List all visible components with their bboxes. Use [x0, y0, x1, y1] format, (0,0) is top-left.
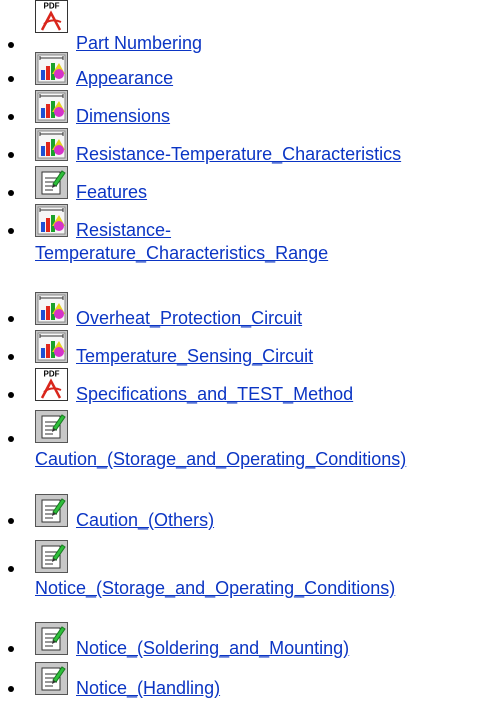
- bullet: [8, 354, 14, 360]
- list-item: Notice_(Storage_and_Operating_Conditions…: [0, 536, 493, 618]
- bullet: [8, 392, 14, 398]
- list-item: Notice_(Soldering_and_Mounting): [0, 622, 493, 660]
- list-item: Caution_(Others): [0, 494, 493, 534]
- doc-link-resistance-temperature-characteristics-range[interactable]: Resistance-: [76, 219, 171, 241]
- list-item: Dimensions: [0, 90, 493, 128]
- chart-icon[interactable]: [35, 52, 68, 85]
- chart-icon[interactable]: [35, 292, 68, 325]
- doc-link-notice-soldering-and-mounting[interactable]: Notice_(Soldering_and_Mounting): [76, 637, 349, 659]
- bullet: [8, 518, 14, 524]
- list-item: Specifications_and_TEST_Method: [0, 368, 493, 406]
- bullet: [8, 76, 14, 82]
- note-icon[interactable]: [35, 494, 68, 527]
- bullet: [8, 152, 14, 158]
- doc-link-features[interactable]: Features: [76, 181, 147, 203]
- bullet: [8, 228, 14, 234]
- list-item: Resistance- Temperature_Characteristics_…: [0, 204, 493, 288]
- note-icon[interactable]: [35, 166, 68, 199]
- doc-link-part-numbering[interactable]: Part Numbering: [76, 32, 202, 54]
- chart-icon[interactable]: [35, 90, 68, 123]
- doc-link-notice-handling[interactable]: Notice_(Handling): [76, 677, 220, 699]
- pdf-icon[interactable]: [35, 368, 68, 401]
- doc-link-resistance-temperature-characteristics[interactable]: Resistance-Temperature_Characteristics: [76, 143, 401, 165]
- doc-link-notice-storage-and-operating-conditions[interactable]: Notice_(Storage_and_Operating_Conditions…: [35, 577, 395, 599]
- bullet: [8, 686, 14, 692]
- list-item: Appearance: [0, 52, 493, 90]
- doc-link-specifications-and-test-method[interactable]: Specifications_and_TEST_Method: [76, 383, 353, 405]
- note-icon[interactable]: [35, 622, 68, 655]
- pdf-icon[interactable]: [35, 0, 68, 33]
- doc-link-caution-others[interactable]: Caution_(Others): [76, 509, 214, 531]
- note-icon[interactable]: [35, 540, 68, 573]
- chart-icon[interactable]: [35, 204, 68, 237]
- doc-link-resistance-temperature-characteristics-range-cont[interactable]: Temperature_Characteristics_Range: [35, 242, 328, 264]
- bullet: [8, 42, 14, 48]
- link-line-1: Resistance-: [76, 220, 172, 240]
- list-item: Part Numbering: [0, 0, 493, 54]
- list-item: Caution_(Storage_and_Operating_Condition…: [0, 406, 493, 490]
- list-item: Notice_(Handling): [0, 662, 493, 700]
- chart-icon[interactable]: [35, 330, 68, 363]
- bullet: [8, 436, 14, 442]
- doc-link-temperature-sensing-circuit[interactable]: Temperature_Sensing_Circuit: [76, 345, 313, 367]
- doc-link-overheat-protection-circuit[interactable]: Overheat_Protection_Circuit: [76, 307, 302, 329]
- list-item: Features: [0, 166, 493, 204]
- bullet: [8, 566, 14, 572]
- note-icon[interactable]: [35, 662, 68, 695]
- bullet: [8, 190, 14, 196]
- doc-link-dimensions[interactable]: Dimensions: [76, 105, 170, 127]
- list-item: Resistance-Temperature_Characteristics: [0, 128, 493, 166]
- bullet: [8, 316, 14, 322]
- note-icon[interactable]: [35, 410, 68, 443]
- chart-icon[interactable]: [35, 128, 68, 161]
- list-item: Temperature_Sensing_Circuit: [0, 330, 493, 368]
- bullet: [8, 114, 14, 120]
- bullet: [8, 646, 14, 652]
- link-line-2: Temperature_Characteristics_Range: [35, 243, 329, 263]
- list-item: Overheat_Protection_Circuit: [0, 292, 493, 330]
- doc-link-caution-storage-and-operating-conditions[interactable]: Caution_(Storage_and_Operating_Condition…: [35, 448, 406, 470]
- doc-link-appearance[interactable]: Appearance: [76, 67, 173, 89]
